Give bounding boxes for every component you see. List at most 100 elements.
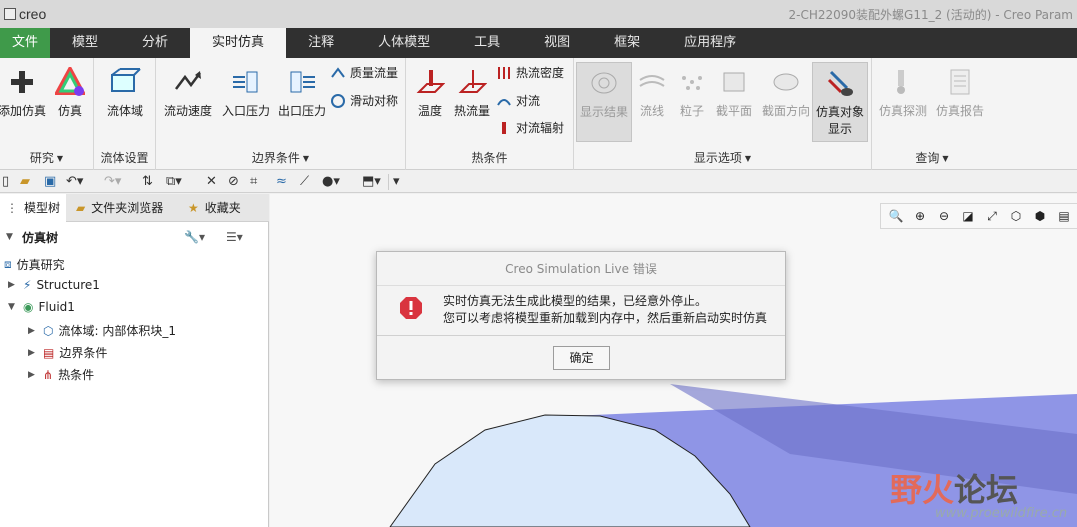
- sim-study-icon: ⧈: [4, 257, 12, 271]
- show-results-icon: [591, 72, 617, 94]
- sim-probe-button[interactable]: 仿真探测: [876, 62, 930, 119]
- error-icon: [400, 297, 422, 319]
- expand-icon[interactable]: ▶: [28, 326, 38, 336]
- tab-tools[interactable]: 工具: [452, 28, 522, 58]
- tab-model-tree[interactable]: ⋮ 模型树: [0, 194, 66, 222]
- expand-icon[interactable]: ▶: [8, 280, 18, 290]
- ok-button[interactable]: 确定: [553, 346, 610, 370]
- inlet-pressure-button[interactable]: 入口压力: [218, 62, 274, 119]
- thermal-icon: ⋔: [43, 367, 54, 382]
- display-style-icon[interactable]: ⬢: [1031, 207, 1049, 225]
- save-icon[interactable]: ▣: [44, 174, 56, 190]
- group-boundary-label[interactable]: 边界条件 ▼: [156, 149, 405, 166]
- datum-icon[interactable]: ⌗: [250, 174, 257, 190]
- refit-icon[interactable]: 🔍: [887, 207, 905, 225]
- fluid-icon: ◉: [23, 300, 34, 314]
- simulate-button[interactable]: 仿真: [52, 62, 88, 119]
- sim-probe-icon: [897, 70, 905, 94]
- add-simulation-button[interactable]: 添加仿真: [0, 62, 48, 119]
- tab-manikin[interactable]: 人体模型: [356, 28, 452, 58]
- tree-columns-icon[interactable]: ☰▾: [226, 230, 243, 244]
- cut-direction-button[interactable]: 截面方向: [758, 62, 814, 119]
- regenerate-icon[interactable]: ⇅: [142, 174, 153, 190]
- tab-view[interactable]: 视图: [522, 28, 592, 58]
- tree-settings-icon[interactable]: 🔧▾: [184, 230, 205, 244]
- tab-annotate[interactable]: 注释: [286, 28, 356, 58]
- simulate-triangle-icon: [55, 67, 85, 96]
- toolbar-more-icon[interactable]: ▾: [388, 174, 400, 190]
- tree-item-label: 仿真研究: [16, 258, 65, 272]
- flow-velocity-label: 流动速度: [163, 104, 212, 118]
- expand-icon[interactable]: ▶: [28, 348, 38, 358]
- temperature-button[interactable]: 温度: [412, 62, 448, 119]
- slip-symmetry-button[interactable]: 滑动对称: [330, 92, 398, 109]
- fluid-domain-button[interactable]: 流体域: [100, 62, 150, 119]
- tab-framework[interactable]: 框架: [592, 28, 662, 58]
- spin-icon[interactable]: ≈: [276, 174, 287, 190]
- particle-button[interactable]: 粒子: [674, 62, 710, 119]
- heat-flux-button[interactable]: 热流密度: [496, 64, 564, 81]
- tab-folder-browser[interactable]: ▰ 文件夹浏览器: [70, 194, 180, 222]
- tab-analysis[interactable]: 分析: [120, 28, 190, 58]
- temperature-label: 温度: [417, 104, 442, 118]
- redo-icon[interactable]: ↷▾: [104, 174, 121, 190]
- tree-item-fluid-domain[interactable]: ▶ ⬡ 流体域: 内部体积块_1: [28, 322, 176, 339]
- heat-flow-button[interactable]: 热流量: [450, 62, 494, 119]
- mass-flow-icon: [331, 66, 345, 78]
- error-dialog: Creo Simulation Live 错误 实时仿真无法生成此模型的结果，已…: [376, 251, 786, 380]
- tree-item-fluid1[interactable]: ▼ ◉ Fluid1: [8, 300, 75, 314]
- windows-icon[interactable]: ⧉▾: [166, 174, 182, 190]
- tree-item-structure1[interactable]: ▶ ⚡ Structure1: [8, 278, 100, 292]
- watermark-text-red: 野火: [890, 471, 955, 509]
- outlet-pressure-button[interactable]: 出口压力: [274, 62, 330, 119]
- dialog-message-line-1: 实时仿真无法生成此模型的结果，已经意外停止。: [443, 294, 708, 308]
- tree-item-boundary[interactable]: ▶ ▤ 边界条件: [28, 344, 107, 361]
- app-logo-icon: [4, 8, 16, 20]
- view-cube-icon[interactable]: ⬒▾: [362, 174, 381, 190]
- tab-applications[interactable]: 应用程序: [662, 28, 758, 58]
- slip-symmetry-icon: [331, 93, 345, 108]
- convection-button[interactable]: 对流: [496, 92, 540, 109]
- show-results-button[interactable]: 显示结果: [576, 62, 632, 142]
- mass-flow-button[interactable]: 质量流量: [330, 64, 398, 81]
- collapse-icon[interactable]: ▼: [6, 232, 16, 242]
- tree-item-thermal[interactable]: ▶ ⋔ 热条件: [28, 366, 94, 383]
- saved-views-icon[interactable]: ⬡: [1007, 207, 1025, 225]
- open-folder-icon[interactable]: ▰: [20, 174, 30, 190]
- tab-favorites-label: 收藏夹: [204, 201, 241, 215]
- slip-symmetry-label: 滑动对称: [350, 94, 399, 108]
- tab-favorites[interactable]: ★ 收藏夹: [182, 194, 268, 222]
- reorient-icon[interactable]: ⤢: [983, 207, 1001, 225]
- close-window-icon[interactable]: ✕: [206, 174, 217, 190]
- new-file-icon[interactable]: ▯: [2, 174, 9, 190]
- tree-item-label: 热条件: [58, 368, 95, 382]
- convection-radiation-button[interactable]: 对流辐射: [496, 119, 564, 136]
- streamline-button[interactable]: 流线: [636, 62, 668, 119]
- fluid-domain-label: 流体域: [106, 104, 143, 118]
- cut-plane-button[interactable]: 截平面: [712, 62, 756, 119]
- no-view-icon[interactable]: ⊘: [228, 174, 239, 190]
- tab-model[interactable]: 模型: [50, 28, 120, 58]
- sim-report-button[interactable]: 仿真报告: [932, 62, 988, 119]
- appearance-icon[interactable]: ●▾: [322, 174, 340, 190]
- expand-icon[interactable]: ▶: [28, 370, 38, 380]
- particle-label: 粒子: [679, 104, 704, 118]
- sim-object-display-button[interactable]: 仿真对象 显示: [812, 62, 868, 142]
- undo-icon[interactable]: ↶▾: [66, 174, 83, 190]
- flow-velocity-button[interactable]: 流动速度: [160, 62, 216, 119]
- zoom-out-icon[interactable]: ⊖: [935, 207, 953, 225]
- collapse-icon[interactable]: ▼: [8, 302, 18, 312]
- repaint-icon[interactable]: ◪: [959, 207, 977, 225]
- more-view-icon[interactable]: ▤: [1055, 207, 1073, 225]
- group-query-label[interactable]: 查询 ▼: [872, 149, 992, 166]
- sim-report-label: 仿真报告: [935, 104, 984, 118]
- quick-access-toolbar: ▯ ▰ ▣ ↶▾ ↷▾ ⇅ ⧉▾ ✕ ⊘ ⌗ ≈ ⟋ ●▾ ⬒▾ ▾: [0, 171, 1077, 193]
- tree-item-sim-study[interactable]: ⧈ 仿真研究: [4, 256, 65, 273]
- graphics-toolbar: 🔍 ⊕ ⊖ ◪ ⤢ ⬡ ⬢ ▤: [880, 203, 1077, 229]
- zoom-in-icon[interactable]: ⊕: [911, 207, 929, 225]
- tab-file[interactable]: 文件: [0, 28, 51, 58]
- plane-icon[interactable]: ⟋: [300, 174, 309, 190]
- tab-live-simulation[interactable]: 实时仿真: [190, 28, 287, 58]
- group-display-options-label[interactable]: 显示选项 ▼: [574, 149, 871, 166]
- group-study-label[interactable]: 研究 ▼: [0, 149, 93, 166]
